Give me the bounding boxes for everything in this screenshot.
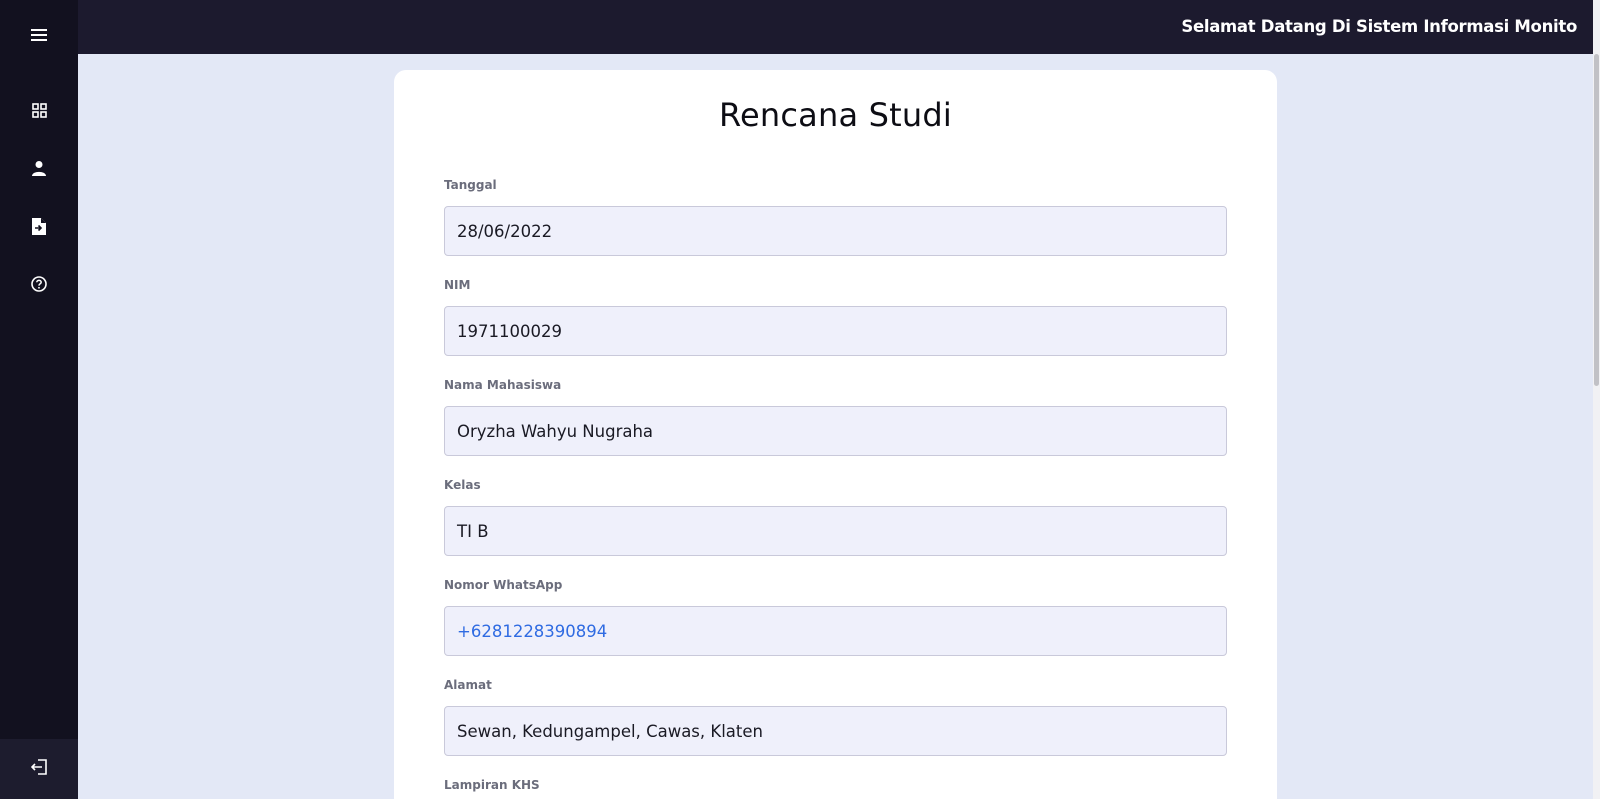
page-title: Rencana Studi: [719, 96, 952, 134]
whatsapp-label: Nomor WhatsApp: [444, 578, 563, 592]
page-scrollbar[interactable]: [1593, 0, 1600, 799]
whatsapp-field[interactable]: +6281228390894: [444, 606, 1227, 656]
nim-label: NIM: [444, 278, 471, 292]
top-bar: Selamat Datang Di Sistem Informasi Monit…: [78, 0, 1593, 54]
welcome-title: Selamat Datang Di Sistem Informasi Monit…: [1181, 17, 1577, 36]
address-label: Alamat: [444, 678, 492, 692]
class-field[interactable]: TI B: [444, 506, 1227, 556]
sidebar-item-profile[interactable]: [0, 148, 78, 188]
menu-icon: [31, 28, 47, 42]
scrollbar-thumb[interactable]: [1594, 54, 1599, 386]
date-field[interactable]: 28/06/2022: [444, 206, 1227, 256]
date-label: Tanggal: [444, 178, 497, 192]
nim-field[interactable]: 1971100029: [444, 306, 1227, 356]
class-label: Kelas: [444, 478, 481, 492]
sidebar-item-dashboard[interactable]: [0, 90, 78, 130]
sidebar-item-help[interactable]: [0, 264, 78, 304]
sidebar-item-documents[interactable]: [0, 206, 78, 246]
user-icon: [31, 160, 47, 176]
dashboard-icon: [31, 102, 47, 118]
student-name-label: Nama Mahasiswa: [444, 378, 562, 392]
logout-button[interactable]: [0, 739, 78, 799]
address-field[interactable]: Sewan, Kedungampel, Cawas, Klaten: [444, 706, 1227, 756]
sidebar: [0, 0, 78, 799]
khs-attachment-label: Lampiran KHS: [444, 778, 540, 792]
document-icon: [32, 217, 46, 235]
menu-toggle-button[interactable]: [0, 15, 78, 55]
logout-icon: [30, 759, 47, 779]
student-name-field[interactable]: Oryzha Wahyu Nugraha: [444, 406, 1227, 456]
help-icon: [31, 276, 47, 292]
study-plan-card: Rencana Studi Tanggal 28/06/2022 NIM 197…: [394, 70, 1277, 799]
